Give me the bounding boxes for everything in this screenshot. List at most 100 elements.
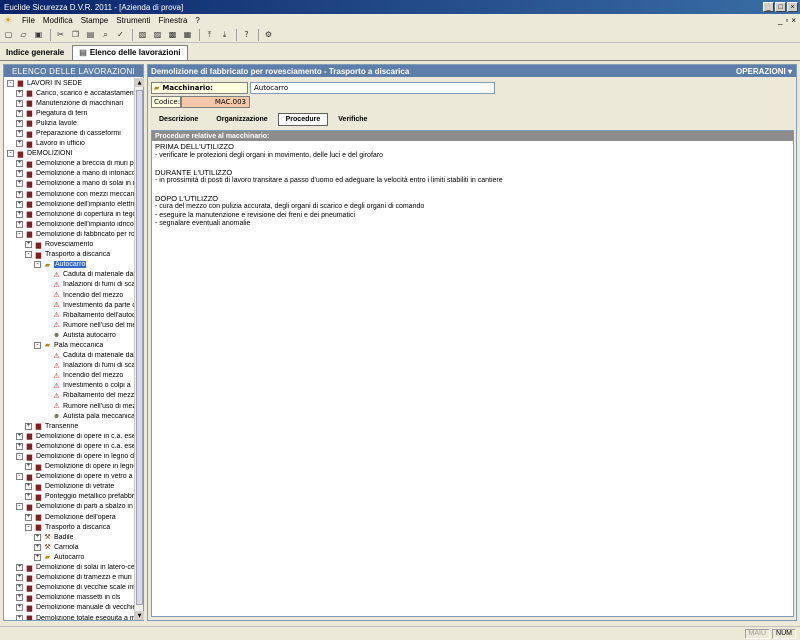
tree-item[interactable]: - ▆ LAVORI IN SEDE <box>4 78 135 88</box>
tree-item[interactable]: ⚠ Incendio del mezzo <box>4 371 135 381</box>
move-up-icon[interactable]: ⤒ <box>203 28 216 41</box>
tree-item[interactable]: - ▰ Pala meccanica <box>4 340 135 350</box>
tree-item[interactable]: + ▆ Demolizione manuale di vecchie <box>4 603 135 613</box>
collapse-icon[interactable]: - <box>34 341 41 349</box>
tree-item[interactable]: - ▆ Trasporto a discarica <box>4 250 135 260</box>
expand-icon[interactable]: + <box>16 604 23 612</box>
tree-item[interactable]: + ▆ Demolizione a breccia di muri por <box>4 159 135 169</box>
expand-icon[interactable]: + <box>16 442 23 450</box>
menu-file[interactable]: File <box>18 16 39 25</box>
collapse-icon[interactable]: - <box>34 261 41 269</box>
expand-icon[interactable]: + <box>16 140 23 148</box>
tree-item[interactable]: ⚠ Investimento da parte c <box>4 300 135 310</box>
page-add-icon[interactable]: ▧ <box>136 28 149 41</box>
tree-item[interactable]: + ▆ Pulizia lavole <box>4 118 135 128</box>
tab-elenco-lavorazioni[interactable]: ▤ Elenco delle lavorazioni <box>72 45 188 60</box>
menu-modifica[interactable]: Modifica <box>39 16 77 25</box>
copy-icon[interactable]: ❐ <box>69 28 82 41</box>
expand-icon[interactable]: + <box>16 89 23 97</box>
move-down-icon[interactable]: ⤓ <box>218 28 231 41</box>
tree-item[interactable]: + ▆ Rovesciamento <box>4 240 135 250</box>
minimize-button[interactable]: _ <box>763 2 774 12</box>
collapse-icon[interactable]: - <box>16 503 23 511</box>
tree-item[interactable]: ⚠ Ribaltamento del mezz <box>4 391 135 401</box>
operations-menu[interactable]: OPERAZIONI ▾ <box>736 67 796 76</box>
tree-item[interactable]: ⚠ Incendio del mezzo <box>4 290 135 300</box>
paste-icon[interactable]: ▤ <box>84 28 97 41</box>
tree-item[interactable]: + ▆ Demolizione a mano di intonaco i <box>4 169 135 179</box>
tree-scrollbar[interactable]: ▲ ▼ <box>134 78 144 620</box>
scroll-down-icon[interactable]: ▼ <box>135 611 144 620</box>
collapse-icon[interactable]: - <box>25 251 32 259</box>
tree-item[interactable]: - ▆ Demolizione di parti a sbalzo in c. <box>4 502 135 512</box>
page-remove-icon[interactable]: ▩ <box>166 28 179 41</box>
procedures-box[interactable]: Procedure relative al macchinario: PRIMA… <box>151 130 794 617</box>
tree-item[interactable]: ⚠ Inalazioni di fumi di sca <box>4 361 135 371</box>
tree-item[interactable]: + ⚒ Badile <box>4 532 135 542</box>
tree-item[interactable]: ⚠ Ribaltamento dell'autoc <box>4 310 135 320</box>
mdi-minimize-button[interactable]: _ <box>778 16 782 25</box>
tree-item[interactable]: + ▆ Demolizione di solai in latero-cem <box>4 563 135 573</box>
open-folder-icon[interactable]: ▱ <box>17 28 30 41</box>
collapse-icon[interactable]: - <box>7 150 14 158</box>
cut-icon[interactable]: ✂ <box>54 28 67 41</box>
tree-item[interactable]: + ▆ Demolizione con mezzi meccanic <box>4 189 135 199</box>
tab-descrizione[interactable]: Descrizione <box>151 113 206 126</box>
tree-item[interactable]: + ▆ Demolizione massetti in cls <box>4 593 135 603</box>
expand-icon[interactable]: + <box>16 200 23 208</box>
expand-icon[interactable]: + <box>34 533 41 541</box>
tree-item[interactable]: - ▆ DEMOLIZIONI <box>4 149 135 159</box>
expand-icon[interactable]: + <box>16 564 23 572</box>
expand-icon[interactable]: + <box>16 170 23 178</box>
expand-icon[interactable]: + <box>16 614 23 620</box>
expand-icon[interactable]: + <box>25 493 32 501</box>
settings-icon[interactable]: ⚙ <box>262 28 275 41</box>
tree-item[interactable]: - ▆ Demolizione di fabbricato per rov <box>4 229 135 239</box>
expand-icon[interactable]: + <box>16 574 23 582</box>
scroll-up-icon[interactable]: ▲ <box>135 78 144 87</box>
tree-item[interactable]: + ▆ Demolizione di opere in c.a. esec <box>4 431 135 441</box>
find-icon[interactable]: ⌕ <box>99 28 112 41</box>
collapse-icon[interactable]: - <box>16 453 23 461</box>
maximize-button[interactable]: □ <box>775 2 786 12</box>
tree-item[interactable]: + ▆ Demolizione di opere in c.a. esec <box>4 441 135 451</box>
expand-icon[interactable]: + <box>16 109 23 117</box>
expand-icon[interactable]: + <box>16 160 23 168</box>
expand-icon[interactable]: + <box>16 180 23 188</box>
new-file-icon[interactable]: ▢ <box>2 28 15 41</box>
tree-item[interactable]: + ▆ Demolizione di copertura in tegol <box>4 209 135 219</box>
app-icon[interactable]: ☀ <box>2 15 14 26</box>
tab-organizzazione[interactable]: Organizzazione <box>208 113 275 126</box>
expand-icon[interactable]: + <box>25 513 32 521</box>
tree-item[interactable]: ⚠ Rumore nell'uso di mez <box>4 401 135 411</box>
tree-item[interactable]: + ▆ Demolizione di vetrate <box>4 482 135 492</box>
tree-item[interactable]: ⚠ Investimento o colpi a <box>4 381 135 391</box>
expand-icon[interactable]: + <box>34 543 41 551</box>
tab-verifiche[interactable]: Verifiche <box>330 113 375 126</box>
tree-item[interactable]: + ▰ Autocarro <box>4 552 135 562</box>
menu-stampe[interactable]: Stampe <box>77 16 113 25</box>
expand-icon[interactable]: + <box>25 241 32 249</box>
tree-item[interactable]: + ▆ Demolizione di vecchie scale inte <box>4 583 135 593</box>
tree-item[interactable]: ☻ Autista autocarro <box>4 330 135 340</box>
expand-icon[interactable]: + <box>16 190 23 198</box>
tree-item[interactable]: - ▆ Trasporto a discarica <box>4 522 135 532</box>
tree-item[interactable]: - ▰ Autocarro <box>4 260 135 270</box>
mdi-restore-button[interactable]: ▫ <box>785 16 788 25</box>
scroll-thumb[interactable] <box>136 90 143 605</box>
tree-item[interactable]: + ⚒ Carriola <box>4 542 135 552</box>
tree-item[interactable]: + ▆ Demolizione a mano di solai in m <box>4 179 135 189</box>
tree-item[interactable]: + ▆ Demolizione totale eseguita a mar <box>4 613 135 620</box>
tree-item[interactable]: + ▆ Transenne <box>4 421 135 431</box>
tree-item[interactable]: + ▆ Demolizione di tramezzi e muri div <box>4 573 135 583</box>
tree-item[interactable]: + ▆ Lavoro in ufficio <box>4 139 135 149</box>
expand-icon[interactable]: + <box>16 594 23 602</box>
tree-item[interactable]: ⚠ Caduta di materiale dal <box>4 270 135 280</box>
menu-strumenti[interactable]: Strumenti <box>112 16 154 25</box>
tree-item[interactable]: + ▆ Ponteggio metallico prefabbric <box>4 492 135 502</box>
tree-item[interactable]: + ▆ Demolizione di opere in legno <box>4 462 135 472</box>
collapse-icon[interactable]: - <box>7 79 14 87</box>
page-edit-icon[interactable]: ▦ <box>181 28 194 41</box>
expand-icon[interactable]: + <box>25 463 32 471</box>
mdi-close-button[interactable]: × <box>791 16 796 25</box>
